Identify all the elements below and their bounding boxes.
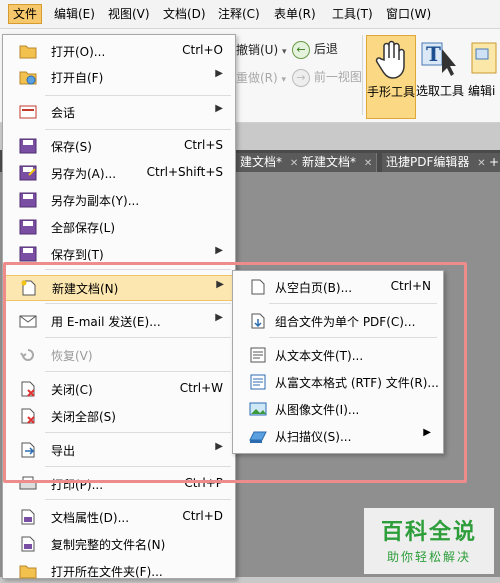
menu-item-label: 另存为副本(Y)... <box>51 194 140 208</box>
menu-item-open-from[interactable]: 打开自(F) ▶ <box>5 65 233 89</box>
save-all-icon <box>19 219 37 235</box>
menu-item-save-all[interactable]: 全部保存(L) <box>5 215 233 239</box>
ribbon-divider <box>362 35 363 115</box>
menu-item-shortcut: Ctrl+O <box>182 43 223 57</box>
new-tab-button[interactable]: + <box>488 153 500 172</box>
copy-filename-icon <box>21 536 35 552</box>
save-to-icon <box>19 246 37 262</box>
back-label: 后退 <box>313 42 338 56</box>
menu-item-copy-filename[interactable]: 复制完整的文件名(N) <box>5 532 233 556</box>
menu-item-label: 打开所在文件夹(F)... <box>51 565 163 579</box>
prev-view-button[interactable]: → 前一视图 <box>292 68 362 87</box>
hand-tool-button[interactable]: 手形工具 <box>366 35 416 119</box>
menu-document[interactable]: 文档(D) <box>159 5 210 23</box>
redo-label: 重做(R) <box>236 71 278 85</box>
highlight-outline <box>3 262 467 483</box>
edit-label: 编辑i <box>468 84 496 98</box>
save-copy-icon <box>19 192 37 208</box>
properties-icon <box>21 509 35 525</box>
edit-button[interactable]: 编辑i <box>466 35 500 117</box>
watermark-title: 百科全说 <box>380 520 477 545</box>
tab-label: 迅捷PDF编辑器 <box>386 155 470 169</box>
redo-dropdown-icon[interactable]: ▾ <box>282 75 287 85</box>
tab-document-3[interactable]: 迅捷PDF编辑器 ✕ <box>382 153 491 172</box>
tab-document-1[interactable]: 建文档* ✕ <box>236 153 304 172</box>
folder-globe-icon <box>19 71 37 85</box>
tab-modified-mark: * <box>350 155 357 169</box>
menu-edit[interactable]: 编辑(E) <box>50 5 99 23</box>
save-as-icon <box>19 165 37 181</box>
menu-item-label: 文档属性(D)... <box>51 511 130 525</box>
menu-file[interactable]: 文件 <box>8 4 43 24</box>
tab-document-2[interactable]: 新建文档* ✕ <box>298 153 378 172</box>
back-button[interactable]: ← 后退 <box>292 40 338 59</box>
menu-item-label: 复制完整的文件名(N) <box>51 538 166 552</box>
menu-item-label: 打开(O)... <box>51 45 106 59</box>
menu-item-save[interactable]: 保存(S) Ctrl+S <box>5 134 233 158</box>
menu-item-label: 保存到(T) <box>51 248 104 262</box>
redo-button[interactable]: 重做(R) ▾ <box>236 69 286 86</box>
submenu-arrow-icon: ▶ <box>215 245 223 256</box>
plus-icon: + <box>488 155 500 169</box>
menu-window[interactable]: 窗口(W) <box>382 5 435 23</box>
svg-text:T: T <box>426 42 441 66</box>
menu-tools[interactable]: 工具(T) <box>328 5 377 23</box>
submenu-arrow-icon: ▶ <box>215 68 223 79</box>
menu-comment[interactable]: 注释(C) <box>214 5 264 23</box>
undo-button[interactable]: 撤销(U) ▾ <box>236 41 287 58</box>
menu-item-save-as[interactable]: 另存为(A)... Ctrl+Shift+S <box>5 161 233 185</box>
menu-item-open[interactable]: 打开(O)... Ctrl+O <box>5 39 233 63</box>
menu-item-label: 会话 <box>51 106 76 120</box>
menu-item-label: 保存(S) <box>51 140 92 154</box>
close-tab-icon[interactable]: ✕ <box>290 158 298 169</box>
menu-item-properties[interactable]: 文档属性(D)... Ctrl+D <box>5 505 233 529</box>
save-icon <box>19 138 37 154</box>
hand-tool-label: 手形工具 <box>367 85 416 99</box>
menu-view[interactable]: 视图(V) <box>104 5 154 23</box>
submenu-arrow-icon: ▶ <box>215 103 223 114</box>
edit-icon <box>471 42 497 74</box>
back-arrow-icon: ← <box>292 40 310 59</box>
watermark-logo: 百科全说 助你轻松解决 <box>364 508 494 574</box>
folder-open-icon <box>19 45 37 59</box>
menu-item-shortcut: Ctrl+S <box>183 138 223 152</box>
menu-item-label: 另存为(A)... <box>51 167 117 181</box>
menu-separator <box>45 499 231 500</box>
menu-item-shortcut: Ctrl+Shift+S <box>146 165 223 179</box>
close-tab-icon[interactable]: ✕ <box>364 158 372 169</box>
tab-label: 建文档 <box>240 155 277 169</box>
menu-form[interactable]: 表单(R) <box>270 5 320 23</box>
menu-item-open-folder[interactable]: 打开所在文件夹(F)... <box>5 559 233 583</box>
menu-separator <box>45 129 231 130</box>
menu-item-save-copy[interactable]: 另存为副本(Y)... <box>5 188 233 212</box>
menu-bar: 文件 编辑(E) 视图(V) 文档(D) 注释(C) 表单(R) 工具(T) 窗… <box>0 0 500 29</box>
select-text-label: 选取工具 <box>416 84 465 98</box>
menu-item-label: 全部保存(L) <box>51 221 116 235</box>
prev-view-label: 前一视图 <box>313 70 362 84</box>
menu-item-shortcut: Ctrl+D <box>182 509 223 523</box>
close-tab-icon[interactable]: ✕ <box>477 158 485 169</box>
select-text-button[interactable]: T 选取工具 <box>416 35 464 117</box>
tab-modified-mark: * <box>276 155 283 169</box>
menu-item-session[interactable]: 会话 ▶ <box>5 100 233 124</box>
watermark-subtitle: 助你轻松解决 <box>386 550 471 564</box>
session-icon <box>19 105 37 119</box>
tab-label: 新建文档 <box>302 155 351 169</box>
undo-dropdown-icon[interactable]: ▾ <box>282 47 287 57</box>
forward-arrow-icon: → <box>292 68 310 87</box>
hand-icon <box>375 40 405 79</box>
menu-separator <box>45 95 231 96</box>
text-select-icon: T <box>421 42 456 76</box>
undo-label: 撤销(U) <box>236 43 279 57</box>
menu-item-label: 打开自(F) <box>51 71 104 85</box>
